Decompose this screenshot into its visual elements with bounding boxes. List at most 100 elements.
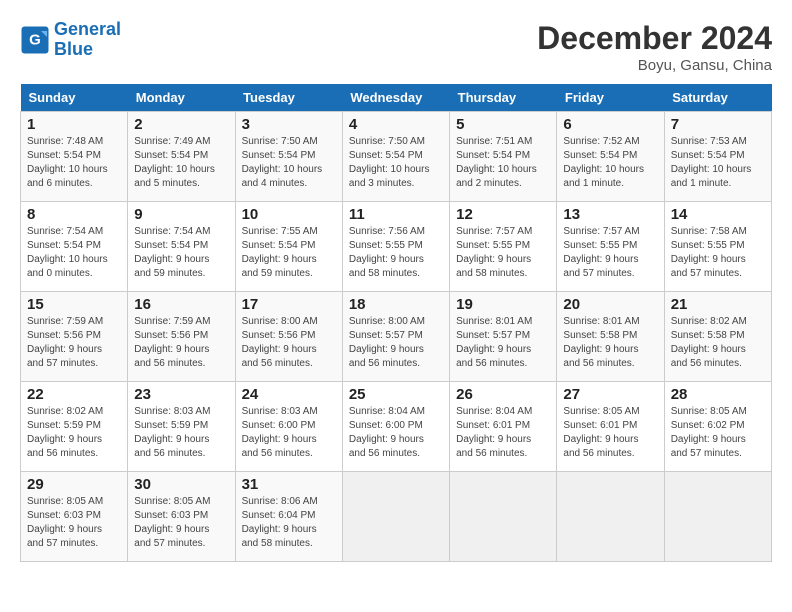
day-info: Sunrise: 8:02 AM Sunset: 5:58 PM Dayligh… — [671, 315, 765, 371]
week-row-4: 22 Sunrise: 8:02 AM Sunset: 5:59 PM Dayli… — [21, 382, 772, 472]
day-number: 22 — [27, 386, 121, 403]
logo: G General Blue — [20, 20, 121, 60]
calendar-cell — [342, 472, 449, 562]
day-number: 28 — [671, 386, 765, 403]
calendar-cell: 29Sunrise: 8:05 AM Sunset: 6:03 PM Dayli… — [21, 472, 128, 562]
calendar-cell: 19 Sunrise: 8:01 AM Sunset: 5:57 PM Dayli… — [450, 292, 557, 382]
month-title: December 2024 — [537, 20, 772, 57]
day-number: 25 — [349, 386, 443, 403]
day-info: Sunrise: 7:54 AM Sunset: 5:54 PM Dayligh… — [134, 225, 228, 281]
calendar-cell: 12 Sunrise: 7:57 AM Sunset: 5:55 PM Dayli… — [450, 202, 557, 292]
day-info: Sunrise: 7:52 AM Sunset: 5:54 PM Dayligh… — [563, 135, 657, 191]
calendar-cell: 6 Sunrise: 7:52 AM Sunset: 5:54 PM Daylig… — [557, 112, 664, 202]
day-number: 9 — [134, 206, 228, 223]
day-number: 16 — [134, 296, 228, 313]
header-saturday: Saturday — [664, 84, 771, 112]
calendar-table: SundayMondayTuesdayWednesdayThursdayFrid… — [20, 84, 772, 562]
day-info: Sunrise: 7:59 AM Sunset: 5:56 PM Dayligh… — [134, 315, 228, 371]
day-number: 14 — [671, 206, 765, 223]
header-thursday: Thursday — [450, 84, 557, 112]
day-number: 21 — [671, 296, 765, 313]
day-number: 15 — [27, 296, 121, 313]
calendar-cell: 24 Sunrise: 8:03 AM Sunset: 6:00 PM Dayli… — [235, 382, 342, 472]
day-number: 7 — [671, 116, 765, 133]
svg-text:G: G — [29, 31, 41, 48]
calendar-cell: 21 Sunrise: 8:02 AM Sunset: 5:58 PM Dayli… — [664, 292, 771, 382]
location: Boyu, Gansu, China — [537, 57, 772, 74]
header-friday: Friday — [557, 84, 664, 112]
day-info: Sunrise: 7:50 AM Sunset: 5:54 PM Dayligh… — [349, 135, 443, 191]
day-info: Sunrise: 7:55 AM Sunset: 5:54 PM Dayligh… — [242, 225, 336, 281]
calendar-cell: 14 Sunrise: 7:58 AM Sunset: 5:55 PM Dayli… — [664, 202, 771, 292]
day-number: 4 — [349, 116, 443, 133]
day-info: Sunrise: 8:05 AM Sunset: 6:01 PM Dayligh… — [563, 405, 657, 461]
day-info: Sunrise: 8:03 AM Sunset: 5:59 PM Dayligh… — [134, 405, 228, 461]
day-info: Sunrise: 7:49 AM Sunset: 5:54 PM Dayligh… — [134, 135, 228, 191]
calendar-cell: 20Sunrise: 8:01 AM Sunset: 5:58 PM Dayli… — [557, 292, 664, 382]
header-tuesday: Tuesday — [235, 84, 342, 112]
day-number: 26 — [456, 386, 550, 403]
week-row-2: 8 Sunrise: 7:54 AM Sunset: 5:54 PM Daylig… — [21, 202, 772, 292]
logo-text: General Blue — [54, 20, 121, 60]
calendar-cell: 23 Sunrise: 8:03 AM Sunset: 5:59 PM Dayli… — [128, 382, 235, 472]
day-info: Sunrise: 8:06 AM Sunset: 6:04 PM Dayligh… — [242, 495, 336, 551]
calendar-cell: 18Sunrise: 8:00 AM Sunset: 5:57 PM Dayli… — [342, 292, 449, 382]
calendar-cell — [450, 472, 557, 562]
day-number: 8 — [27, 206, 121, 223]
calendar-cell: 4 Sunrise: 7:50 AM Sunset: 5:54 PM Daylig… — [342, 112, 449, 202]
calendar-cell: 17 Sunrise: 8:00 AM Sunset: 5:56 PM Dayli… — [235, 292, 342, 382]
day-info: Sunrise: 8:04 AM Sunset: 6:01 PM Dayligh… — [456, 405, 550, 461]
week-row-3: 15 Sunrise: 7:59 AM Sunset: 5:56 PM Dayli… — [21, 292, 772, 382]
page-header: G General Blue December 2024 Boyu, Gansu… — [20, 20, 772, 74]
day-info: Sunrise: 7:57 AM Sunset: 5:55 PM Dayligh… — [563, 225, 657, 281]
header-monday: Monday — [128, 84, 235, 112]
day-info: Sunrise: 8:00 AM Sunset: 5:57 PM Dayligh… — [349, 315, 443, 371]
day-info: Sunrise: 8:01 AM Sunset: 5:58 PM Dayligh… — [563, 315, 657, 371]
week-row-5: 29 Sunrise: 8:05 AM Sunset: 6:03 PM Dayli… — [21, 472, 772, 562]
day-number: 5 — [456, 116, 550, 133]
day-info: Sunrise: 7:51 AM Sunset: 5:54 PM Dayligh… — [456, 135, 550, 191]
day-info: Sunrise: 8:05 AM Sunset: 6:03 PM Dayligh… — [134, 495, 228, 551]
day-number: 24 — [242, 386, 336, 403]
header-row: SundayMondayTuesdayWednesdayThursdayFrid… — [21, 84, 772, 112]
day-info: Sunrise: 7:57 AM Sunset: 5:55 PM Dayligh… — [456, 225, 550, 281]
calendar-cell: 16 Sunrise: 7:59 AM Sunset: 5:56 PM Dayli… — [128, 292, 235, 382]
logo-general: General — [54, 19, 121, 39]
calendar-cell: 27Sunrise: 8:05 AM Sunset: 6:01 PM Dayli… — [557, 382, 664, 472]
calendar-cell: 8 Sunrise: 7:54 AM Sunset: 5:54 PM Daylig… — [21, 202, 128, 292]
calendar-cell: 22 Sunrise: 8:02 AM Sunset: 5:59 PM Dayli… — [21, 382, 128, 472]
calendar-cell: 2 Sunrise: 7:49 AM Sunset: 5:54 PM Daylig… — [128, 112, 235, 202]
day-info: Sunrise: 8:02 AM Sunset: 5:59 PM Dayligh… — [27, 405, 121, 461]
day-info: Sunrise: 8:03 AM Sunset: 6:00 PM Dayligh… — [242, 405, 336, 461]
day-number: 31 — [242, 476, 336, 493]
day-number: 29 — [27, 476, 121, 493]
day-number: 19 — [456, 296, 550, 313]
calendar-cell: 1Sunrise: 7:48 AM Sunset: 5:54 PM Daylig… — [21, 112, 128, 202]
calendar-cell: 10Sunrise: 7:55 AM Sunset: 5:54 PM Dayli… — [235, 202, 342, 292]
day-number: 23 — [134, 386, 228, 403]
day-info: Sunrise: 8:05 AM Sunset: 6:02 PM Dayligh… — [671, 405, 765, 461]
logo-icon: G — [20, 25, 50, 55]
day-info: Sunrise: 8:04 AM Sunset: 6:00 PM Dayligh… — [349, 405, 443, 461]
header-sunday: Sunday — [21, 84, 128, 112]
calendar-cell: 9 Sunrise: 7:54 AM Sunset: 5:54 PM Daylig… — [128, 202, 235, 292]
day-info: Sunrise: 7:58 AM Sunset: 5:55 PM Dayligh… — [671, 225, 765, 281]
day-info: Sunrise: 7:56 AM Sunset: 5:55 PM Dayligh… — [349, 225, 443, 281]
day-number: 17 — [242, 296, 336, 313]
day-info: Sunrise: 8:00 AM Sunset: 5:56 PM Dayligh… — [242, 315, 336, 371]
calendar-cell: 25 Sunrise: 8:04 AM Sunset: 6:00 PM Dayli… — [342, 382, 449, 472]
day-number: 12 — [456, 206, 550, 223]
day-number: 6 — [563, 116, 657, 133]
day-info: Sunrise: 7:50 AM Sunset: 5:54 PM Dayligh… — [242, 135, 336, 191]
header-wednesday: Wednesday — [342, 84, 449, 112]
calendar-cell — [557, 472, 664, 562]
day-info: Sunrise: 8:01 AM Sunset: 5:57 PM Dayligh… — [456, 315, 550, 371]
day-number: 11 — [349, 206, 443, 223]
calendar-cell: 31 Sunrise: 8:06 AM Sunset: 6:04 PM Dayli… — [235, 472, 342, 562]
calendar-cell: 15Sunrise: 7:59 AM Sunset: 5:56 PM Dayli… — [21, 292, 128, 382]
day-info: Sunrise: 7:54 AM Sunset: 5:54 PM Dayligh… — [27, 225, 121, 281]
week-row-1: 1Sunrise: 7:48 AM Sunset: 5:54 PM Daylig… — [21, 112, 772, 202]
day-number: 30 — [134, 476, 228, 493]
day-number: 2 — [134, 116, 228, 133]
calendar-cell: 30 Sunrise: 8:05 AM Sunset: 6:03 PM Dayli… — [128, 472, 235, 562]
